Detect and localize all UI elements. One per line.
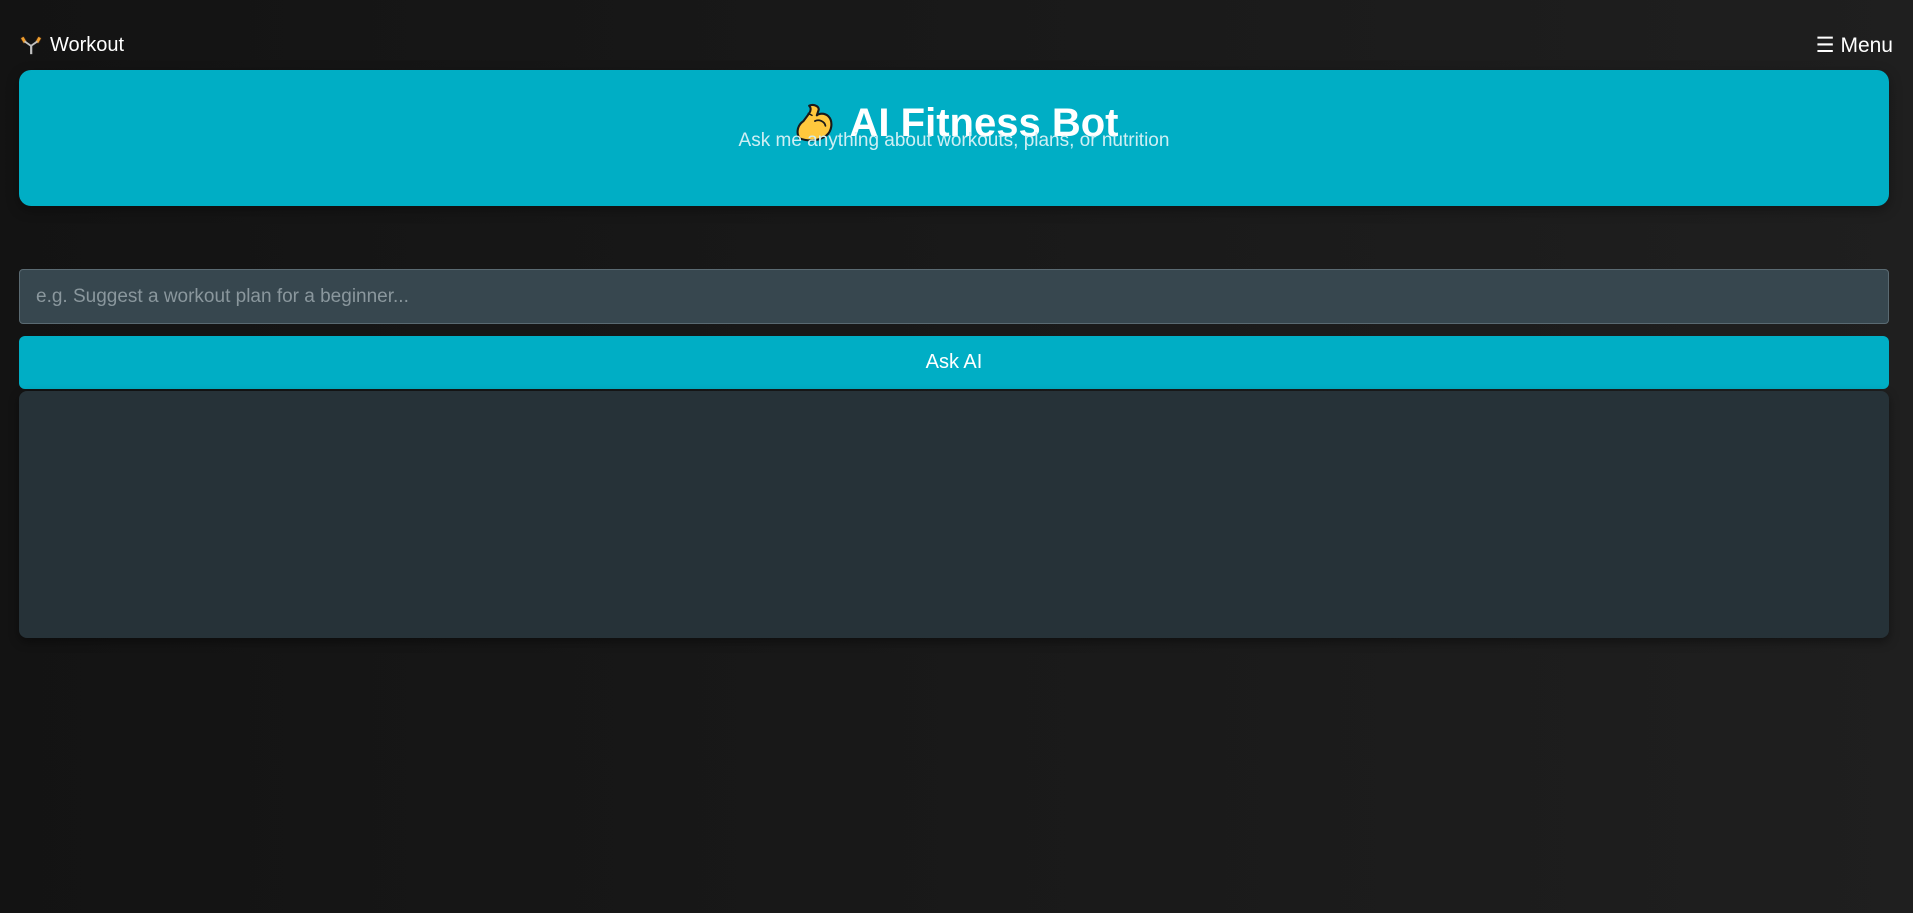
menu-button[interactable]: ☰ Menu: [1816, 33, 1893, 58]
hero-banner: AI Fitness Bot Ask me anything about wor…: [19, 70, 1889, 206]
workout-link-label: Workout: [50, 33, 125, 56]
workout-link[interactable]: Workout: [20, 34, 124, 57]
dumbbell-icon: [20, 36, 42, 55]
menu-label: ☰ Menu: [1815, 33, 1893, 57]
ask-ai-button[interactable]: Ask AI: [19, 336, 1889, 389]
top-navigation: Workout ☰ Menu: [20, 30, 1893, 60]
page-subtitle: Ask me anything about workouts, plans, o…: [738, 130, 1170, 151]
response-panel: [19, 391, 1889, 638]
question-input[interactable]: [19, 269, 1889, 324]
